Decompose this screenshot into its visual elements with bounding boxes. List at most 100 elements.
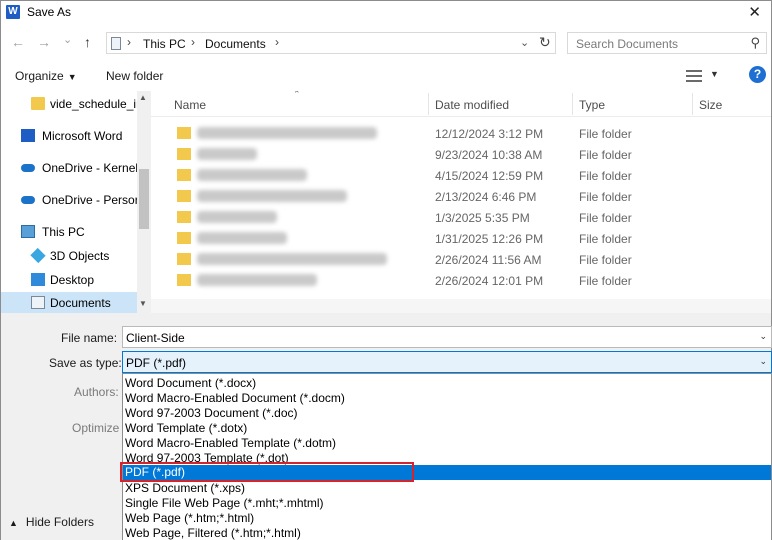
- sidebar-item-documents[interactable]: Documents: [1, 292, 137, 313]
- column-divider[interactable]: [692, 93, 693, 115]
- highlight-annotation-box: [120, 462, 414, 482]
- date-modified: 1/31/2025 12:26 PM: [435, 232, 544, 246]
- word-icon: [21, 129, 35, 142]
- forward-arrow-icon[interactable]: →: [37, 34, 51, 50]
- column-divider[interactable]: [428, 93, 429, 115]
- cloud-icon: [21, 196, 35, 204]
- caret-down-icon[interactable]: ▼: [710, 69, 719, 79]
- folder-icon: [31, 97, 45, 110]
- sidebar-item-microsoft-word[interactable]: Microsoft Word: [1, 125, 137, 147]
- organize-button[interactable]: Organize ▼: [15, 69, 77, 83]
- refresh-icon[interactable]: ↻: [539, 34, 551, 51]
- help-icon[interactable]: ?: [749, 66, 766, 83]
- column-header-name[interactable]: Name: [174, 98, 206, 112]
- table-row[interactable]: 2/26/2024 11:56 AM File folder: [151, 249, 771, 270]
- type-option-dotm[interactable]: Word Macro-Enabled Template (*.dotm): [123, 436, 771, 451]
- type-option-doc[interactable]: Word 97-2003 Document (*.doc): [123, 406, 771, 421]
- blurred-folder-name: [197, 211, 277, 223]
- up-arrow-icon[interactable]: ↑: [84, 34, 91, 50]
- view-options-icon[interactable]: [686, 70, 702, 82]
- sidebar-scrollbar[interactable]: ▲ ▼: [137, 91, 151, 313]
- navigation-pane: vide_schedule_ir Microsoft Word OneDrive…: [1, 91, 151, 313]
- search-input[interactable]: Search Documents ⚲: [567, 32, 767, 54]
- folder-icon: [177, 148, 191, 160]
- type-option-dotx[interactable]: Word Template (*.dotx): [123, 421, 771, 436]
- type-option-docm[interactable]: Word Macro-Enabled Document (*.docm): [123, 391, 771, 406]
- file-type: File folder: [579, 232, 632, 246]
- column-header-date[interactable]: Date modified: [435, 98, 509, 112]
- documents-location-icon: [111, 37, 121, 50]
- type-option-htm-filtered[interactable]: Web Page, Filtered (*.htm;*.html): [123, 526, 771, 540]
- scroll-up-icon[interactable]: ▲: [139, 93, 147, 102]
- close-icon[interactable]: ✕: [748, 3, 761, 21]
- table-row[interactable]: 1/3/2025 5:35 PM File folder: [151, 207, 771, 228]
- date-modified: 2/26/2024 11:56 AM: [435, 253, 542, 267]
- word-app-icon: W: [6, 5, 20, 19]
- caret-up-icon: ▲: [9, 518, 18, 528]
- recent-locations-icon[interactable]: ⌄: [63, 33, 72, 46]
- date-modified: 1/3/2025 5:35 PM: [435, 211, 530, 225]
- blurred-folder-name: [197, 274, 317, 286]
- window-title: Save As: [27, 5, 72, 19]
- column-header-size[interactable]: Size: [699, 98, 722, 112]
- address-bar[interactable]: › This PC › Documents › ⌄ ↻: [106, 32, 556, 54]
- file-type: File folder: [579, 253, 632, 267]
- sidebar-item-vide-schedule[interactable]: vide_schedule_ir: [1, 93, 140, 115]
- type-option-mht[interactable]: Single File Web Page (*.mht;*.mhtml): [123, 496, 771, 511]
- type-option-xps[interactable]: XPS Document (*.xps): [123, 481, 771, 496]
- table-row[interactable]: 12/12/2024 3:12 PM File folder: [151, 123, 771, 144]
- save-as-type-label: Save as type:: [49, 356, 122, 370]
- navigation-row: ← → ⌄ ↑ › This PC › Documents › ⌄ ↻ Sear…: [1, 29, 771, 57]
- date-modified: 4/15/2024 12:59 PM: [435, 169, 544, 183]
- folder-icon: [177, 253, 191, 265]
- new-folder-button[interactable]: New folder: [106, 69, 163, 83]
- file-name-label: File name:: [61, 331, 118, 345]
- sidebar-item-desktop[interactable]: Desktop: [1, 269, 137, 291]
- sidebar-item-this-pc[interactable]: This PC: [1, 221, 137, 243]
- folder-icon: [177, 169, 191, 181]
- optimize-label: Optimize: [72, 421, 120, 435]
- scrollbar-thumb[interactable]: [139, 169, 149, 229]
- command-bar: Organize ▼ New folder ▼: [1, 61, 771, 91]
- date-modified: 12/12/2024 3:12 PM: [435, 127, 544, 141]
- type-option-htm[interactable]: Web Page (*.htm;*.html): [123, 511, 771, 526]
- sidebar-item-onedrive-kernel[interactable]: OneDrive - Kernel: [1, 157, 138, 179]
- table-row[interactable]: 2/26/2024 12:01 PM File folder: [151, 270, 771, 291]
- date-modified: 9/23/2024 10:38 AM: [435, 148, 543, 162]
- file-type: File folder: [579, 274, 632, 288]
- back-arrow-icon[interactable]: ←: [11, 34, 25, 50]
- type-option-docx[interactable]: Word Document (*.docx): [123, 376, 771, 391]
- file-name-input[interactable]: Client-Side ⌄: [122, 326, 772, 348]
- column-header-row: ⌃ Name Date modified Type Size: [151, 91, 771, 117]
- sidebar-item-3d-objects[interactable]: 3D Objects: [1, 245, 137, 267]
- scroll-down-icon[interactable]: ▼: [139, 299, 147, 308]
- sidebar-item-label: Microsoft Word: [42, 129, 123, 143]
- table-row[interactable]: 1/31/2025 12:26 PM File folder: [151, 228, 771, 249]
- sidebar-item-label: Documents: [50, 296, 111, 310]
- chevron-right-icon: ›: [275, 35, 279, 49]
- chevron-down-icon[interactable]: ⌄: [759, 331, 767, 342]
- file-list: ⌃ Name Date modified Type Size 12/12/202…: [151, 91, 771, 313]
- breadcrumb-documents[interactable]: Documents: [205, 37, 266, 51]
- column-header-type[interactable]: Type: [579, 98, 605, 112]
- table-row[interactable]: 9/23/2024 10:38 AM File folder: [151, 144, 771, 165]
- chevron-down-icon[interactable]: ⌄: [520, 36, 529, 49]
- save-as-type-select[interactable]: PDF (*.pdf) ⌄: [122, 351, 772, 373]
- horizontal-scrollbar[interactable]: [151, 299, 771, 313]
- chevron-down-icon[interactable]: ⌄: [759, 356, 767, 367]
- file-type: File folder: [579, 190, 632, 204]
- folder-icon: [177, 127, 191, 139]
- table-row[interactable]: 2/13/2024 6:46 PM File folder: [151, 186, 771, 207]
- search-icon[interactable]: ⚲: [750, 35, 760, 51]
- sidebar-item-onedrive-personal[interactable]: OneDrive - Persor: [1, 189, 139, 211]
- file-type: File folder: [579, 148, 632, 162]
- hide-folders-button[interactable]: ▲ Hide Folders: [9, 515, 94, 529]
- breadcrumb-this-pc[interactable]: This PC: [143, 37, 186, 51]
- file-type: File folder: [579, 127, 632, 141]
- table-row[interactable]: 4/15/2024 12:59 PM File folder: [151, 165, 771, 186]
- documents-icon: [31, 296, 45, 309]
- save-as-dialog: W Save As ✕ ← → ⌄ ↑ › This PC › Document…: [0, 0, 772, 540]
- column-divider[interactable]: [572, 93, 573, 115]
- file-type: File folder: [579, 169, 632, 183]
- blurred-folder-name: [197, 232, 287, 244]
